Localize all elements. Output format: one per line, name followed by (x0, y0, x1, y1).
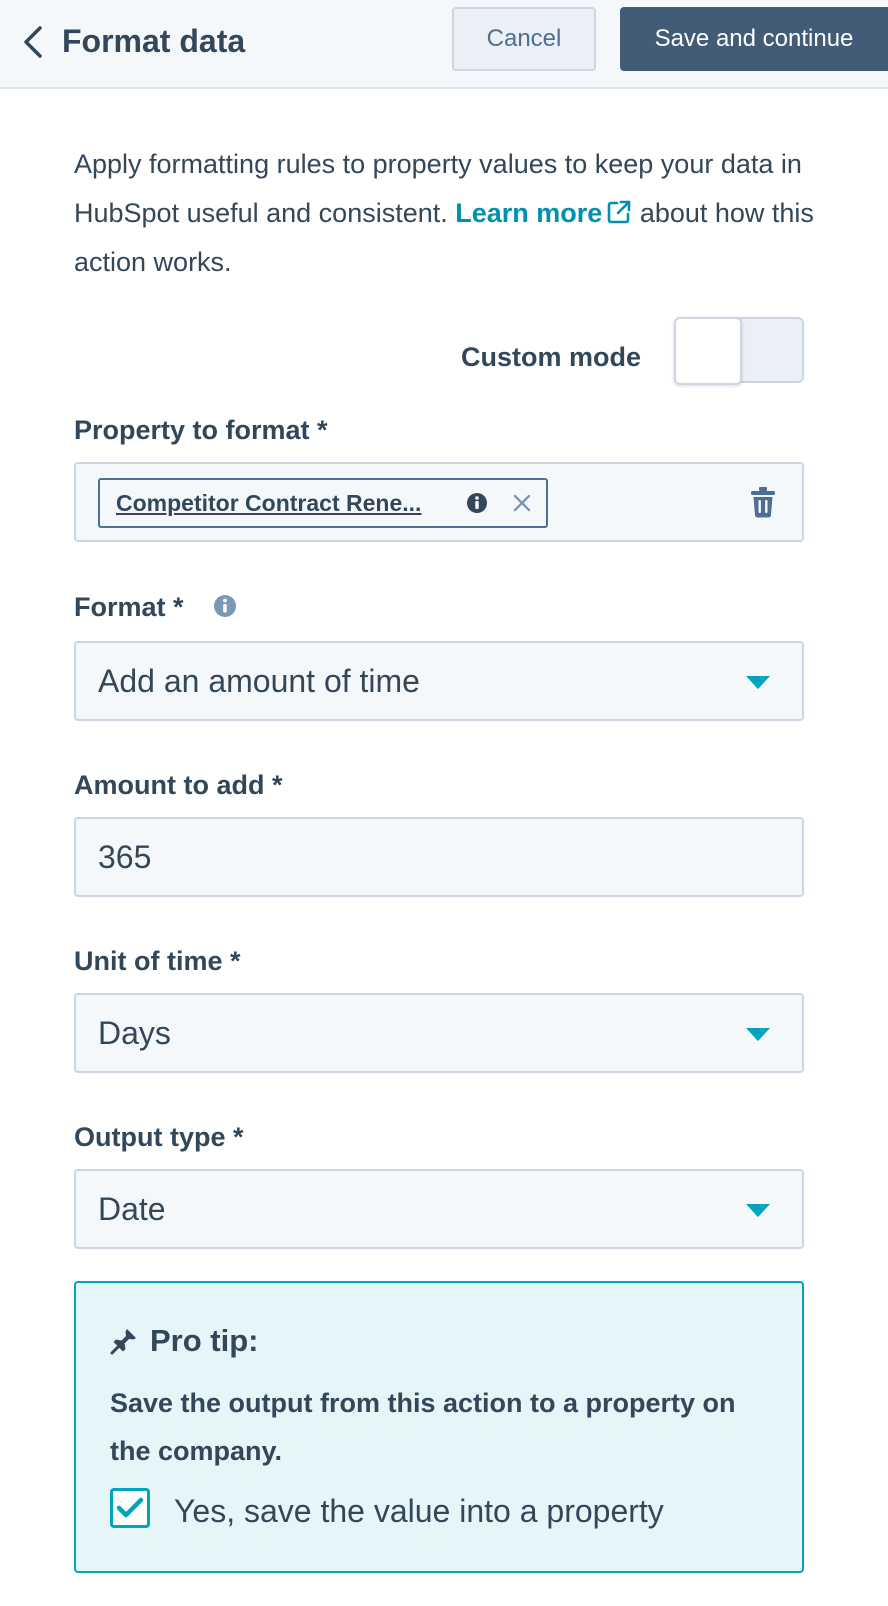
pro-tip-text: Save the output from this action to a pr… (110, 1388, 736, 1466)
amount-to-add-label: Amount to add * (74, 770, 283, 800)
back-button[interactable] (18, 22, 48, 62)
amount-to-add-input[interactable]: 365 (74, 817, 804, 897)
pro-tip-title-text: Pro tip: (150, 1323, 259, 1358)
pro-tip-title: Pro tip: (110, 1321, 259, 1361)
amount-to-add-value: 365 (98, 838, 152, 875)
output-type-value: Date (98, 1190, 166, 1227)
learn-more-label: Learn more (455, 198, 603, 228)
property-selector[interactable]: Competitor Contract Rene... (74, 462, 804, 542)
custom-mode-label: Custom mode (461, 342, 642, 372)
checkmark-icon (116, 1497, 144, 1518)
external-link-icon (608, 200, 631, 224)
format-label: Format * (74, 592, 184, 622)
info-icon[interactable] (213, 594, 237, 618)
property-to-format-label: Property to format * (74, 415, 328, 445)
output-type-select[interactable]: Date (74, 1169, 804, 1249)
pin-icon (110, 1329, 136, 1355)
info-icon[interactable] (466, 492, 488, 514)
property-tag[interactable]: Competitor Contract Rene... (98, 478, 548, 528)
page-title: Format data (62, 23, 246, 59)
output-type-label: Output type * (74, 1122, 244, 1152)
property-tag-label: Competitor Contract Rene... (116, 489, 422, 516)
remove-tag-icon[interactable] (512, 493, 532, 513)
unit-of-time-label: Unit of time * (74, 946, 241, 976)
caret-down-icon (746, 676, 770, 689)
toggle-knob (674, 317, 742, 385)
unit-of-time-value: Days (98, 1014, 171, 1051)
learn-more-link[interactable]: Learn more (455, 198, 632, 228)
chevron-left-icon (24, 26, 42, 58)
save-value-checkbox-label[interactable]: Yes, save the value into a property (174, 1491, 664, 1531)
custom-mode-toggle[interactable] (674, 317, 804, 385)
header-bar: Format data Cancel Save and continue (0, 0, 888, 89)
format-select-value: Add an amount of time (98, 662, 420, 699)
cancel-button[interactable]: Cancel (452, 7, 596, 71)
caret-down-icon (746, 1028, 770, 1041)
trash-icon[interactable] (750, 486, 776, 518)
save-value-checkbox[interactable] (110, 1488, 150, 1528)
caret-down-icon (746, 1204, 770, 1217)
save-and-continue-button[interactable]: Save and continue (620, 7, 888, 71)
unit-of-time-select[interactable]: Days (74, 993, 804, 1073)
intro-text: Apply formatting rules to property value… (74, 140, 814, 287)
format-select[interactable]: Add an amount of time (74, 641, 804, 721)
pro-tip-card: Pro tip: Save the output from this actio… (74, 1281, 804, 1573)
